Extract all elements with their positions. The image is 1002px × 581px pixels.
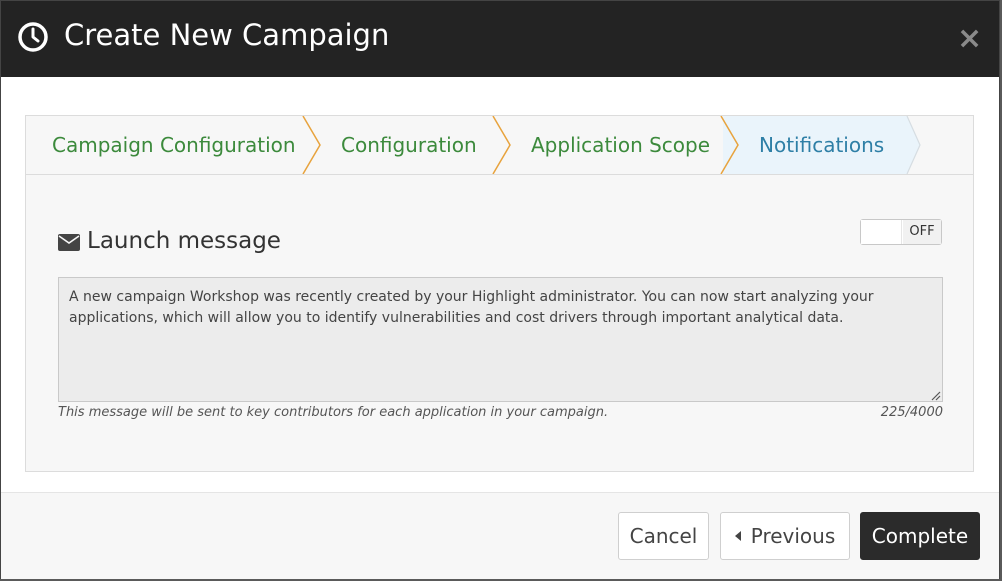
modal-footer: Cancel Previous Complete	[1, 493, 999, 579]
step-separator-chevron	[492, 116, 511, 174]
message-hint: This message will be sent to key contrib…	[58, 405, 609, 420]
step-campaign-configuration[interactable]: Campaign Configuration	[52, 116, 296, 174]
wizard-panel: Campaign Configuration Configuration App…	[25, 115, 974, 472]
close-button[interactable]: ×	[957, 24, 982, 54]
step-separator-chevron	[903, 116, 921, 174]
clock-icon	[18, 22, 48, 52]
previous-button[interactable]: Previous	[720, 512, 850, 560]
complete-button[interactable]: Complete	[860, 512, 980, 560]
wizard-steps: Campaign Configuration Configuration App…	[26, 116, 973, 175]
cancel-label: Cancel	[629, 524, 698, 548]
complete-label: Complete	[871, 524, 969, 548]
toggle-state-label: OFF	[903, 220, 941, 244]
envelope-icon	[58, 234, 80, 251]
resize-handle-icon[interactable]	[931, 391, 941, 401]
step-separator-chevron	[720, 116, 739, 174]
launch-message-textarea[interactable]: A new campaign Workshop was recently cre…	[58, 277, 943, 402]
previous-label: Previous	[750, 524, 836, 548]
step-configuration[interactable]: Configuration	[341, 116, 477, 174]
cancel-button[interactable]: Cancel	[618, 512, 709, 560]
character-counter: 225/4000	[880, 405, 943, 420]
modal-header: Create New Campaign ×	[1, 1, 999, 77]
modal-title: Create New Campaign	[64, 18, 390, 52]
step-notifications[interactable]: Notifications	[759, 116, 884, 174]
step-separator-chevron	[302, 116, 321, 174]
toggle-knob	[861, 220, 902, 244]
caret-left-icon	[734, 530, 741, 541]
launch-message-title: Launch message	[87, 228, 281, 254]
launch-message-toggle[interactable]: OFF	[860, 219, 942, 245]
step-application-scope[interactable]: Application Scope	[531, 116, 710, 174]
create-campaign-modal: Create New Campaign × Campaign Configura…	[0, 0, 1000, 579]
